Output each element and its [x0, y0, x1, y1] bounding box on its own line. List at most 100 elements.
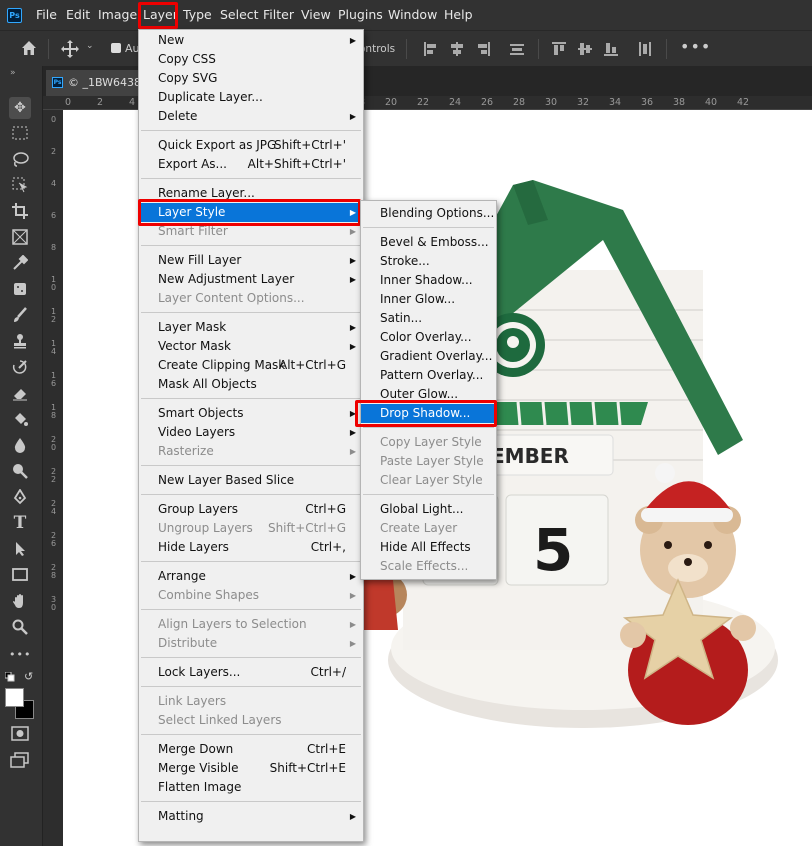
- menu-item-shortcut: Alt+Ctrl+G: [278, 358, 346, 372]
- zoom-tool-icon[interactable]: [9, 616, 31, 638]
- menu-item-layer-mask[interactable]: Layer Mask ▶: [139, 318, 363, 337]
- move-tool-icon[interactable]: ✥: [9, 97, 31, 119]
- default-colors-icon[interactable]: [4, 671, 15, 682]
- align-right-icon[interactable]: [475, 41, 491, 57]
- menu-item-create-clipping-mask[interactable]: Create Clipping Mask Alt+Ctrl+G: [139, 356, 363, 375]
- blur-tool-icon[interactable]: [9, 434, 31, 456]
- submenu-arrow-icon: ▶: [349, 323, 356, 332]
- menu-item-duplicate-layer[interactable]: Duplicate Layer...: [139, 88, 363, 107]
- menu-item-stroke[interactable]: Stroke...: [361, 252, 496, 271]
- distribute-horizontal-icon[interactable]: [637, 41, 653, 57]
- menu-item-new-fill-layer[interactable]: New Fill Layer ▶: [139, 251, 363, 270]
- menu-item-gradient-overlay[interactable]: Gradient Overlay...: [361, 347, 496, 366]
- menu-item-flatten-image[interactable]: Flatten Image: [139, 778, 363, 797]
- menu-item-hide-layers[interactable]: Hide Layers Ctrl+,: [139, 538, 363, 557]
- menu-item-inner-glow[interactable]: Inner Glow...: [361, 290, 496, 309]
- ruler-tick-label: 1 6: [51, 371, 57, 388]
- menu-item-inner-shadow[interactable]: Inner Shadow...: [361, 271, 496, 290]
- foreground-color-swatch[interactable]: [5, 688, 24, 707]
- menu-help[interactable]: Help: [444, 0, 473, 30]
- menu-item-label: Arrange: [158, 569, 206, 583]
- menu-item-lock-layers[interactable]: Lock Layers... Ctrl+/: [139, 663, 363, 682]
- hand-tool-icon[interactable]: [9, 590, 31, 612]
- crop-tool-icon[interactable]: [9, 200, 31, 222]
- menu-window[interactable]: Window: [388, 0, 437, 30]
- menu-item-merge-down[interactable]: Merge Down Ctrl+E: [139, 740, 363, 759]
- submenu-arrow-icon: ▶: [349, 112, 356, 121]
- quick-mask-icon[interactable]: [10, 726, 30, 742]
- lasso-tool-icon[interactable]: [9, 148, 31, 170]
- menu-item-quick-export-as-jpg[interactable]: Quick Export as JPG Shift+Ctrl+': [139, 136, 363, 155]
- menu-file[interactable]: File: [36, 0, 57, 30]
- menu-item-blending-options[interactable]: Blending Options...: [361, 204, 496, 223]
- menu-item-arrange[interactable]: Arrange ▶: [139, 567, 363, 586]
- menu-item-new-layer-based-slice[interactable]: New Layer Based Slice: [139, 471, 363, 490]
- swap-colors-icon[interactable]: ↺: [24, 670, 36, 683]
- ruler-tick-label: 42: [737, 97, 750, 108]
- menu-item-hide-all-effects[interactable]: Hide All Effects: [361, 538, 496, 557]
- menu-item-export-as[interactable]: Export As... Alt+Shift+Ctrl+': [139, 155, 363, 174]
- more-options-icon[interactable]: •••: [680, 37, 711, 56]
- menu-item-mask-all-objects[interactable]: Mask All Objects: [139, 375, 363, 394]
- pen-tool-icon[interactable]: [9, 486, 31, 508]
- menu-item-label: Create Layer: [380, 521, 458, 535]
- document-tab[interactable]: Ps © _1BW6438.: [46, 70, 146, 96]
- menu-item-bevel-and-emboss[interactable]: Bevel & Emboss...: [361, 233, 496, 252]
- move-tool-options-icon[interactable]: [60, 39, 80, 59]
- dodge-tool-icon[interactable]: [9, 460, 31, 482]
- rectangle-tool-icon[interactable]: [9, 564, 31, 586]
- menu-plugins[interactable]: Plugins: [338, 0, 383, 30]
- document-tab-title: © _1BW6438.: [68, 76, 145, 89]
- menu-item-video-layers[interactable]: Video Layers ▶: [139, 423, 363, 442]
- menu-item-pattern-overlay[interactable]: Pattern Overlay...: [361, 366, 496, 385]
- menu-item-clear-layer-style: Clear Layer Style: [361, 471, 496, 490]
- align-center-icon[interactable]: [449, 41, 465, 57]
- menu-item-color-overlay[interactable]: Color Overlay...: [361, 328, 496, 347]
- brush-tool-icon[interactable]: [9, 304, 31, 326]
- menu-item-new-adjustment-layer[interactable]: New Adjustment Layer ▶: [139, 270, 363, 289]
- menu-edit[interactable]: Edit: [66, 0, 90, 30]
- clone-stamp-tool-icon[interactable]: [9, 330, 31, 352]
- auto-select-checkbox[interactable]: [111, 43, 121, 53]
- menu-item-merge-visible[interactable]: Merge Visible Shift+Ctrl+E: [139, 759, 363, 778]
- menu-item-group-layers[interactable]: Group Layers Ctrl+G: [139, 500, 363, 519]
- menu-item-copy-css[interactable]: Copy CSS: [139, 50, 363, 69]
- menu-item-copy-svg[interactable]: Copy SVG: [139, 69, 363, 88]
- type-tool-icon[interactable]: T: [9, 512, 31, 534]
- menu-item-vector-mask[interactable]: Vector Mask ▶: [139, 337, 363, 356]
- edit-toolbar-icon[interactable]: •••: [9, 644, 31, 666]
- menu-item-new[interactable]: New ▶: [139, 31, 363, 50]
- menu-filter[interactable]: Filter: [263, 0, 294, 30]
- frame-tool-icon[interactable]: [9, 226, 31, 248]
- path-selection-tool-icon[interactable]: [9, 538, 31, 560]
- align-middle-icon[interactable]: [577, 41, 593, 57]
- menu-item-matting[interactable]: Matting ▶: [139, 807, 363, 826]
- menu-select[interactable]: Select: [220, 0, 259, 30]
- paint-bucket-tool-icon[interactable]: [9, 408, 31, 430]
- menu-item-smart-objects[interactable]: Smart Objects ▶: [139, 404, 363, 423]
- drop-shadow-annotation-box: [355, 400, 497, 427]
- healing-brush-tool-icon[interactable]: [9, 278, 31, 300]
- menu-item-satin[interactable]: Satin...: [361, 309, 496, 328]
- collapse-panel-icon[interactable]: »: [10, 68, 16, 78]
- screen-mode-icon[interactable]: [10, 752, 30, 768]
- marquee-tool-icon[interactable]: [9, 122, 31, 144]
- align-left-icon[interactable]: [423, 41, 439, 57]
- submenu-arrow-icon: ▶: [349, 256, 356, 265]
- distribute-vertical-icon[interactable]: [509, 41, 525, 57]
- home-icon[interactable]: [20, 39, 38, 57]
- object-select-tool-icon[interactable]: [9, 174, 31, 196]
- eyedropper-tool-icon[interactable]: [9, 252, 31, 274]
- eraser-tool-icon[interactable]: [9, 382, 31, 404]
- menu-item-delete[interactable]: Delete ▶: [139, 107, 363, 126]
- align-bottom-icon[interactable]: [603, 41, 619, 57]
- menu-item-global-light[interactable]: Global Light...: [361, 500, 496, 519]
- menu-type[interactable]: Type: [183, 0, 212, 30]
- menu-item-rasterize: Rasterize ▶: [139, 442, 363, 461]
- menu-image[interactable]: Image: [98, 0, 137, 30]
- menu-view[interactable]: View: [301, 0, 331, 30]
- menu-item-scale-effects: Scale Effects...: [361, 557, 496, 576]
- history-brush-tool-icon[interactable]: [9, 356, 31, 378]
- chevron-down-icon[interactable]: ⌄: [86, 41, 94, 51]
- align-top-icon[interactable]: [551, 41, 567, 57]
